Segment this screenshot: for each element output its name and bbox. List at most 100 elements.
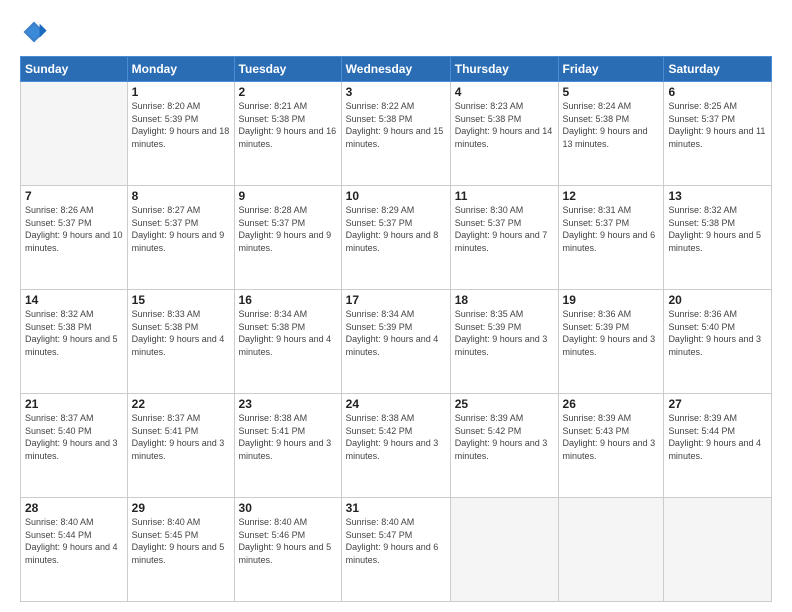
day-number: 13 — [668, 189, 767, 203]
day-info: Sunrise: 8:28 AMSunset: 5:37 PMDaylight:… — [239, 204, 337, 254]
calendar-cell: 25Sunrise: 8:39 AMSunset: 5:42 PMDayligh… — [450, 394, 558, 498]
day-info: Sunrise: 8:25 AMSunset: 5:37 PMDaylight:… — [668, 100, 767, 150]
day-number: 8 — [132, 189, 230, 203]
day-info: Sunrise: 8:31 AMSunset: 5:37 PMDaylight:… — [563, 204, 660, 254]
day-number: 25 — [455, 397, 554, 411]
day-info: Sunrise: 8:32 AMSunset: 5:38 PMDaylight:… — [668, 204, 767, 254]
day-info: Sunrise: 8:35 AMSunset: 5:39 PMDaylight:… — [455, 308, 554, 358]
day-info: Sunrise: 8:37 AMSunset: 5:40 PMDaylight:… — [25, 412, 123, 462]
weekday-header-tuesday: Tuesday — [234, 57, 341, 82]
calendar-cell: 14Sunrise: 8:32 AMSunset: 5:38 PMDayligh… — [21, 290, 128, 394]
calendar-cell: 19Sunrise: 8:36 AMSunset: 5:39 PMDayligh… — [558, 290, 664, 394]
calendar-cell: 1Sunrise: 8:20 AMSunset: 5:39 PMDaylight… — [127, 82, 234, 186]
week-row-2: 7Sunrise: 8:26 AMSunset: 5:37 PMDaylight… — [21, 186, 772, 290]
calendar-cell: 27Sunrise: 8:39 AMSunset: 5:44 PMDayligh… — [664, 394, 772, 498]
week-row-4: 21Sunrise: 8:37 AMSunset: 5:40 PMDayligh… — [21, 394, 772, 498]
calendar-cell: 9Sunrise: 8:28 AMSunset: 5:37 PMDaylight… — [234, 186, 341, 290]
calendar-cell: 28Sunrise: 8:40 AMSunset: 5:44 PMDayligh… — [21, 498, 128, 602]
page: SundayMondayTuesdayWednesdayThursdayFrid… — [0, 0, 792, 612]
calendar-cell: 20Sunrise: 8:36 AMSunset: 5:40 PMDayligh… — [664, 290, 772, 394]
calendar-cell: 22Sunrise: 8:37 AMSunset: 5:41 PMDayligh… — [127, 394, 234, 498]
calendar-cell — [558, 498, 664, 602]
calendar-cell: 11Sunrise: 8:30 AMSunset: 5:37 PMDayligh… — [450, 186, 558, 290]
calendar-cell — [664, 498, 772, 602]
calendar-cell — [450, 498, 558, 602]
weekday-header-saturday: Saturday — [664, 57, 772, 82]
calendar-cell: 31Sunrise: 8:40 AMSunset: 5:47 PMDayligh… — [341, 498, 450, 602]
day-number: 1 — [132, 85, 230, 99]
day-info: Sunrise: 8:40 AMSunset: 5:45 PMDaylight:… — [132, 516, 230, 566]
calendar-table: SundayMondayTuesdayWednesdayThursdayFrid… — [20, 56, 772, 602]
logo — [20, 18, 52, 46]
calendar-cell: 6Sunrise: 8:25 AMSunset: 5:37 PMDaylight… — [664, 82, 772, 186]
day-number: 12 — [563, 189, 660, 203]
day-number: 3 — [346, 85, 446, 99]
day-number: 2 — [239, 85, 337, 99]
day-info: Sunrise: 8:33 AMSunset: 5:38 PMDaylight:… — [132, 308, 230, 358]
day-info: Sunrise: 8:34 AMSunset: 5:39 PMDaylight:… — [346, 308, 446, 358]
day-number: 29 — [132, 501, 230, 515]
day-info: Sunrise: 8:29 AMSunset: 5:37 PMDaylight:… — [346, 204, 446, 254]
calendar-cell: 30Sunrise: 8:40 AMSunset: 5:46 PMDayligh… — [234, 498, 341, 602]
day-number: 14 — [25, 293, 123, 307]
day-info: Sunrise: 8:38 AMSunset: 5:41 PMDaylight:… — [239, 412, 337, 462]
calendar-cell: 24Sunrise: 8:38 AMSunset: 5:42 PMDayligh… — [341, 394, 450, 498]
calendar-cell: 10Sunrise: 8:29 AMSunset: 5:37 PMDayligh… — [341, 186, 450, 290]
day-number: 4 — [455, 85, 554, 99]
weekday-header-monday: Monday — [127, 57, 234, 82]
day-info: Sunrise: 8:40 AMSunset: 5:46 PMDaylight:… — [239, 516, 337, 566]
day-info: Sunrise: 8:39 AMSunset: 5:44 PMDaylight:… — [668, 412, 767, 462]
day-number: 27 — [668, 397, 767, 411]
day-info: Sunrise: 8:22 AMSunset: 5:38 PMDaylight:… — [346, 100, 446, 150]
calendar-cell: 2Sunrise: 8:21 AMSunset: 5:38 PMDaylight… — [234, 82, 341, 186]
day-number: 24 — [346, 397, 446, 411]
day-number: 22 — [132, 397, 230, 411]
logo-icon — [20, 18, 48, 46]
day-number: 21 — [25, 397, 123, 411]
day-number: 26 — [563, 397, 660, 411]
calendar-body: 1Sunrise: 8:20 AMSunset: 5:39 PMDaylight… — [21, 82, 772, 602]
day-info: Sunrise: 8:26 AMSunset: 5:37 PMDaylight:… — [25, 204, 123, 254]
calendar-cell: 13Sunrise: 8:32 AMSunset: 5:38 PMDayligh… — [664, 186, 772, 290]
calendar-cell: 26Sunrise: 8:39 AMSunset: 5:43 PMDayligh… — [558, 394, 664, 498]
weekday-header-wednesday: Wednesday — [341, 57, 450, 82]
day-number: 16 — [239, 293, 337, 307]
day-number: 28 — [25, 501, 123, 515]
day-info: Sunrise: 8:38 AMSunset: 5:42 PMDaylight:… — [346, 412, 446, 462]
calendar-cell: 17Sunrise: 8:34 AMSunset: 5:39 PMDayligh… — [341, 290, 450, 394]
calendar-cell: 8Sunrise: 8:27 AMSunset: 5:37 PMDaylight… — [127, 186, 234, 290]
day-info: Sunrise: 8:30 AMSunset: 5:37 PMDaylight:… — [455, 204, 554, 254]
day-info: Sunrise: 8:36 AMSunset: 5:40 PMDaylight:… — [668, 308, 767, 358]
weekday-header-row: SundayMondayTuesdayWednesdayThursdayFrid… — [21, 57, 772, 82]
week-row-1: 1Sunrise: 8:20 AMSunset: 5:39 PMDaylight… — [21, 82, 772, 186]
calendar-cell: 3Sunrise: 8:22 AMSunset: 5:38 PMDaylight… — [341, 82, 450, 186]
day-number: 9 — [239, 189, 337, 203]
day-info: Sunrise: 8:32 AMSunset: 5:38 PMDaylight:… — [25, 308, 123, 358]
day-info: Sunrise: 8:39 AMSunset: 5:42 PMDaylight:… — [455, 412, 554, 462]
day-info: Sunrise: 8:40 AMSunset: 5:47 PMDaylight:… — [346, 516, 446, 566]
week-row-3: 14Sunrise: 8:32 AMSunset: 5:38 PMDayligh… — [21, 290, 772, 394]
day-number: 10 — [346, 189, 446, 203]
calendar-cell: 16Sunrise: 8:34 AMSunset: 5:38 PMDayligh… — [234, 290, 341, 394]
day-number: 5 — [563, 85, 660, 99]
day-info: Sunrise: 8:37 AMSunset: 5:41 PMDaylight:… — [132, 412, 230, 462]
day-info: Sunrise: 8:36 AMSunset: 5:39 PMDaylight:… — [563, 308, 660, 358]
day-number: 19 — [563, 293, 660, 307]
day-info: Sunrise: 8:21 AMSunset: 5:38 PMDaylight:… — [239, 100, 337, 150]
calendar-cell: 12Sunrise: 8:31 AMSunset: 5:37 PMDayligh… — [558, 186, 664, 290]
day-number: 23 — [239, 397, 337, 411]
calendar-cell: 4Sunrise: 8:23 AMSunset: 5:38 PMDaylight… — [450, 82, 558, 186]
day-number: 17 — [346, 293, 446, 307]
calendar-cell: 7Sunrise: 8:26 AMSunset: 5:37 PMDaylight… — [21, 186, 128, 290]
day-number: 11 — [455, 189, 554, 203]
calendar-cell: 5Sunrise: 8:24 AMSunset: 5:38 PMDaylight… — [558, 82, 664, 186]
weekday-header-sunday: Sunday — [21, 57, 128, 82]
day-number: 31 — [346, 501, 446, 515]
weekday-header-friday: Friday — [558, 57, 664, 82]
day-number: 18 — [455, 293, 554, 307]
day-number: 7 — [25, 189, 123, 203]
day-info: Sunrise: 8:40 AMSunset: 5:44 PMDaylight:… — [25, 516, 123, 566]
calendar-cell — [21, 82, 128, 186]
calendar-header: SundayMondayTuesdayWednesdayThursdayFrid… — [21, 57, 772, 82]
day-info: Sunrise: 8:39 AMSunset: 5:43 PMDaylight:… — [563, 412, 660, 462]
